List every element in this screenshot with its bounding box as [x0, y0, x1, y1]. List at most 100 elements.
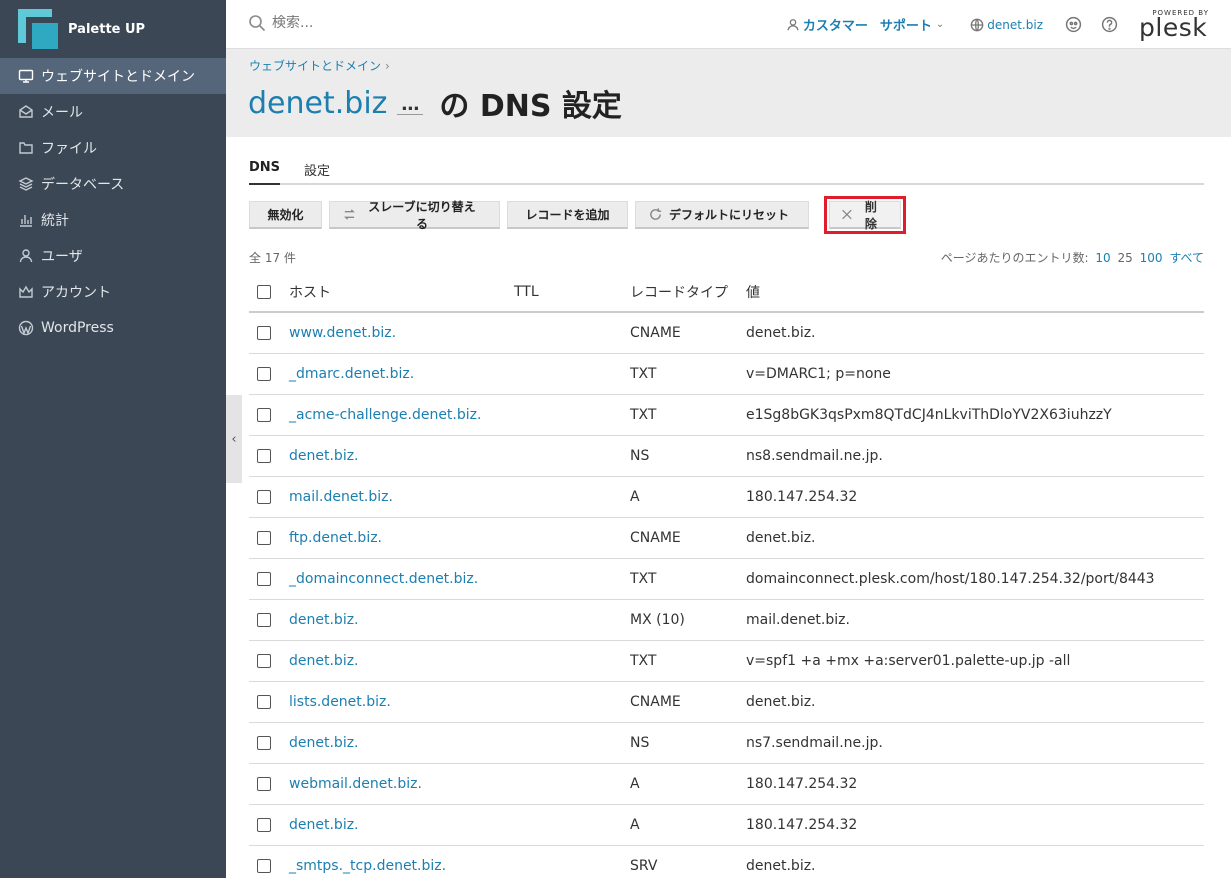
row-checkbox[interactable]	[257, 736, 271, 750]
column-header-ttl[interactable]: TTL	[514, 284, 630, 300]
record-type-cell: A	[630, 776, 640, 792]
reset-icon	[650, 208, 662, 220]
host-link[interactable]: denet.biz.	[289, 817, 514, 833]
sidebar-collapse-handle[interactable]: ‹	[226, 395, 242, 483]
table-row: lists.denet.biz. CNAME denet.biz.	[249, 682, 1204, 723]
topbar: カスタマー サポート ⌄ denet.biz POWERED BY plesk	[226, 0, 1231, 49]
record-type-cell: SRV	[630, 858, 658, 874]
wordpress-icon	[17, 319, 35, 337]
row-checkbox-cell	[249, 613, 289, 627]
perpage-all[interactable]: すべて	[1169, 251, 1204, 265]
domain-switcher[interactable]: denet.biz	[970, 18, 1043, 32]
search-input[interactable]	[272, 15, 572, 31]
sidebar-item-label: データベース	[41, 177, 125, 193]
record-type-cell: NS	[630, 448, 650, 464]
host-link[interactable]: www.denet.biz.	[289, 325, 514, 341]
delete-button[interactable]: 削除	[829, 200, 901, 231]
row-checkbox[interactable]	[257, 326, 271, 340]
mail-icon	[17, 103, 35, 121]
row-checkbox[interactable]	[257, 695, 271, 709]
sidebar-item-files[interactable]: ファイル	[0, 130, 226, 166]
row-checkbox[interactable]	[257, 572, 271, 586]
add-record-button[interactable]: レコードを追加	[507, 201, 628, 229]
host-link[interactable]: _domainconnect.denet.biz.	[289, 571, 514, 587]
value-cell: 180.147.254.32	[746, 817, 858, 833]
host-link[interactable]: _smtps._tcp.denet.biz.	[289, 858, 514, 874]
host-link[interactable]: denet.biz.	[289, 448, 514, 464]
tab-settings[interactable]: 設定	[304, 158, 330, 185]
host-link[interactable]: lists.denet.biz.	[289, 694, 514, 710]
switch-slave-button[interactable]: スレーブに切り替える	[329, 200, 500, 231]
row-checkbox[interactable]	[257, 777, 271, 791]
sidebar-item-account[interactable]: アカウント	[0, 274, 226, 310]
page-title: denet.biz … の DNS 設定	[248, 81, 622, 125]
value-cell: e1Sg8bGK3qsPxm8QTdCJ4nLkviThDloYV2X63iuh…	[746, 407, 1112, 423]
reset-default-label: デフォルトにリセット	[669, 208, 790, 222]
host-link[interactable]: denet.biz.	[289, 612, 514, 628]
host-link[interactable]: _dmarc.denet.biz.	[289, 366, 514, 382]
select-all-checkbox[interactable]	[257, 284, 271, 299]
plesk-logo: POWERED BY plesk	[1139, 9, 1209, 42]
record-type-cell: A	[630, 817, 640, 833]
perpage-100[interactable]: 100	[1140, 251, 1163, 265]
disable-button[interactable]: 無効化	[249, 201, 322, 229]
host-link[interactable]: ftp.denet.biz.	[289, 530, 514, 546]
table-row: denet.biz. NS ns7.sendmail.ne.jp.	[249, 723, 1204, 764]
title-more-button[interactable]: …	[397, 95, 424, 115]
host-link[interactable]: webmail.denet.biz.	[289, 776, 514, 792]
table-row: mail.denet.biz. A 180.147.254.32	[249, 477, 1204, 518]
plesk-wordmark: plesk	[1139, 12, 1208, 42]
support-menu[interactable]: サポート ⌄	[880, 15, 944, 34]
sidebar-item-wordpress[interactable]: WordPress	[0, 310, 226, 346]
sidebar-item-mail[interactable]: メール	[0, 94, 226, 130]
sidebar-item-statistics[interactable]: 統計	[0, 202, 226, 238]
column-header-type[interactable]: レコードタイプ	[630, 282, 746, 302]
help-icon[interactable]	[1100, 16, 1118, 34]
customer-label: カスタマー	[802, 19, 868, 34]
title-domain[interactable]: denet.biz	[248, 86, 387, 121]
host-link[interactable]: denet.biz.	[289, 735, 514, 751]
support-label: サポート	[879, 19, 932, 34]
record-type-cell: CNAME	[630, 325, 681, 341]
sidebar-item-databases[interactable]: データベース	[0, 166, 226, 202]
breadcrumb-websites-domains[interactable]: ウェブサイトとドメイン	[249, 59, 381, 73]
record-type-cell: TXT	[630, 571, 657, 587]
row-checkbox[interactable]	[257, 490, 271, 504]
table-row: webmail.denet.biz. A 180.147.254.32	[249, 764, 1204, 805]
host-link[interactable]: _acme-challenge.denet.biz.	[289, 407, 514, 423]
host-link[interactable]: mail.denet.biz.	[289, 489, 514, 505]
row-checkbox-cell	[249, 695, 289, 709]
row-checkbox[interactable]	[257, 408, 271, 422]
brand[interactable]: Palette UP	[0, 0, 226, 58]
table-body: www.denet.biz. CNAME denet.biz. _dmarc.dene…	[249, 313, 1204, 878]
row-checkbox[interactable]	[257, 367, 271, 381]
sidebar-item-label: 統計	[41, 213, 69, 229]
perpage-10[interactable]: 10	[1095, 251, 1110, 265]
host-link[interactable]: denet.biz.	[289, 653, 514, 669]
row-checkbox[interactable]	[257, 613, 271, 627]
row-checkbox[interactable]	[257, 859, 271, 873]
toolbar: 無効化 スレーブに切り替える レコードを追加 デフォルトにリセット 削除	[249, 196, 906, 234]
perpage-25[interactable]: 25	[1117, 251, 1132, 265]
row-checkbox-cell	[249, 859, 289, 873]
sidebar-item-users[interactable]: ユーザ	[0, 238, 226, 274]
sidebar-item-label: ファイル	[41, 141, 97, 157]
table-row: _domainconnect.denet.biz. TXT domainconnec…	[249, 559, 1204, 600]
row-checkbox-cell	[249, 654, 289, 668]
reset-default-button[interactable]: デフォルトにリセット	[635, 201, 809, 229]
tab-dns[interactable]: DNS	[249, 158, 281, 185]
select-all-cell	[249, 284, 289, 299]
row-checkbox[interactable]	[257, 818, 271, 832]
feedback-icon[interactable]	[1064, 16, 1082, 34]
sidebar-item-websites-domains[interactable]: ウェブサイトとドメイン	[0, 58, 226, 94]
column-header-host[interactable]: ホスト	[289, 282, 514, 302]
row-checkbox[interactable]	[257, 449, 271, 463]
customer-menu[interactable]: カスタマー	[786, 15, 868, 34]
row-checkbox[interactable]	[257, 654, 271, 668]
brand-name: Palette UP	[68, 21, 146, 37]
column-header-value[interactable]: 値	[746, 282, 1204, 302]
record-type-cell: NS	[630, 735, 650, 751]
row-checkbox-cell	[249, 777, 289, 791]
topbar-right: カスタマー サポート ⌄ denet.biz POWERED BY plesk	[786, 0, 1231, 49]
row-checkbox[interactable]	[257, 531, 271, 545]
